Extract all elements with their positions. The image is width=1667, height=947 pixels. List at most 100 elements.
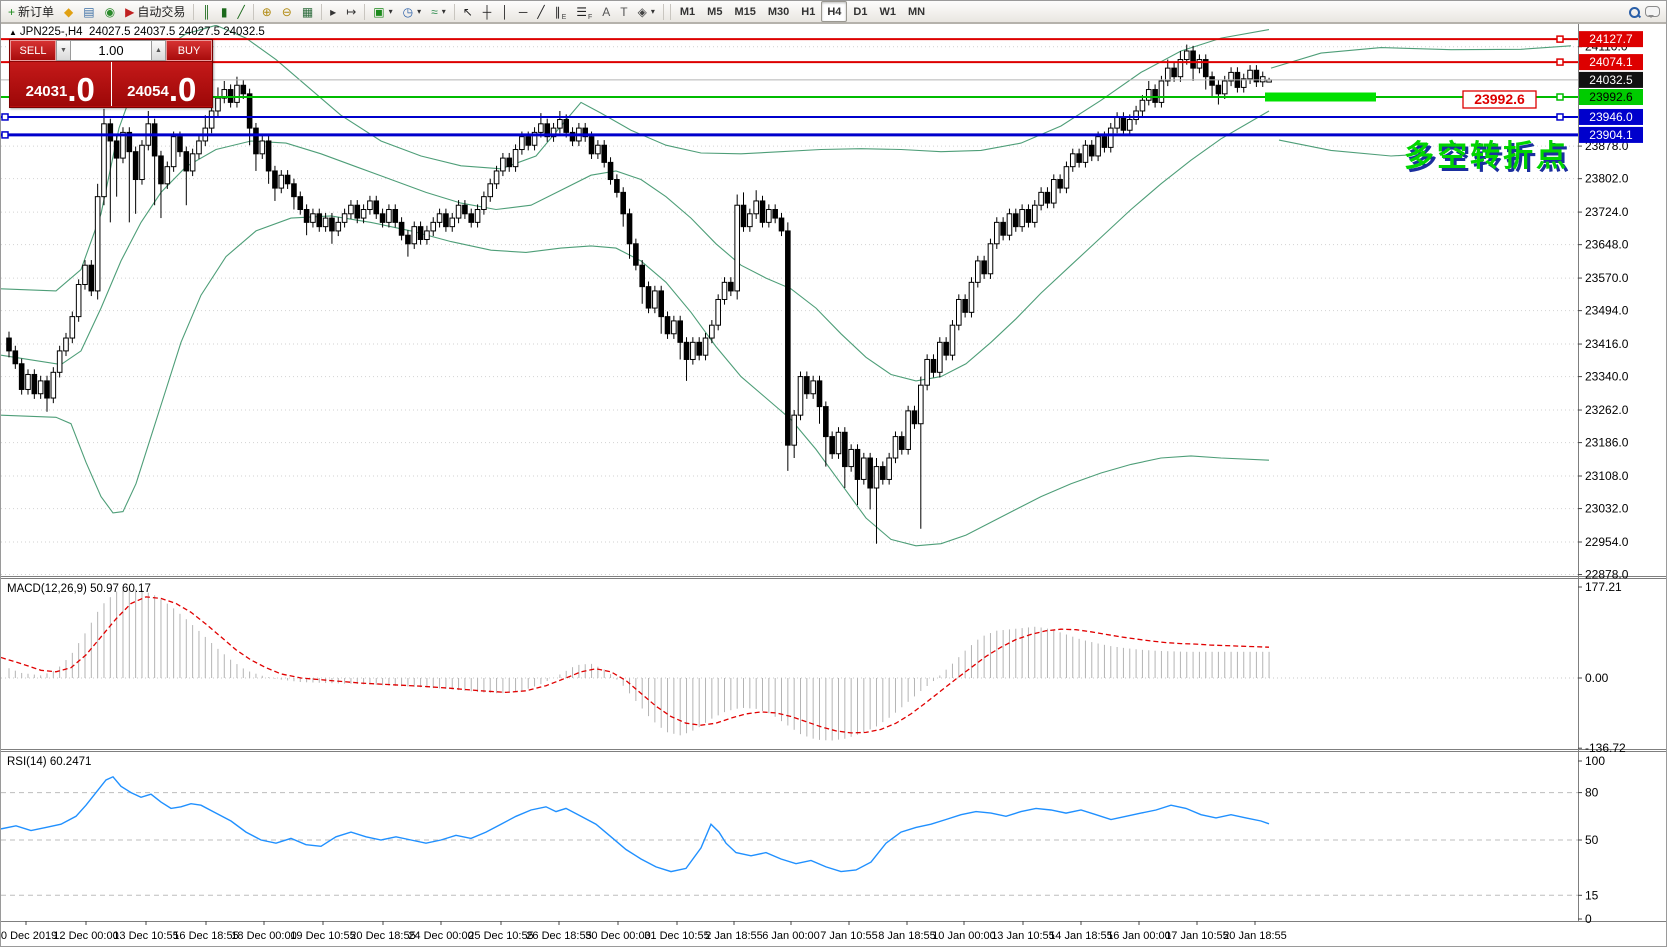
dropdown-arrow-icon[interactable]: ▾ [417,7,421,16]
channel-button[interactable]: ∥E [550,1,572,22]
svg-text:12 Dec 00:00: 12 Dec 00:00 [53,930,118,942]
support-highlight-bar[interactable] [1265,93,1376,102]
zoom-in-button[interactable]: ⊕ [257,1,277,22]
search-icon[interactable] [1629,7,1639,17]
svg-text:25 Dec 10:55: 25 Dec 10:55 [468,930,533,942]
svg-text:多空转折点: 多空转折点 [1404,140,1569,173]
autotrade-button[interactable]: ▶自动交易 [120,1,190,22]
svg-text:0: 0 [1585,912,1592,926]
cursor-icon: ↖ [463,6,473,18]
svg-text:10 Dec 2019: 10 Dec 2019 [1,930,57,942]
sell-price-main: 24031 [26,84,68,99]
zoom-in-icon: ⊕ [262,6,272,18]
svg-text:16 Dec 18:55: 16 Dec 18:55 [173,930,238,942]
svg-text:13 Dec 10:55: 13 Dec 10:55 [113,930,178,942]
timeframe-d1-button[interactable]: D1 [847,1,873,22]
toolbar-separator [253,4,254,20]
buy-price-pips: .0 [169,77,197,103]
market-watch-button[interactable]: ▤ [78,1,99,22]
zoom-out-button[interactable]: ⊖ [277,1,297,22]
svg-text:17 Jan 10:55: 17 Jan 10:55 [1165,930,1229,942]
crosshair-icon: ┼ [483,6,492,18]
hline-button[interactable]: ─ [514,1,533,22]
svg-text:10 Jan 00:00: 10 Jan 00:00 [932,930,996,942]
line-handle[interactable] [1557,114,1563,120]
volume-input[interactable]: 1.00 [71,40,151,61]
auto-scroll-button[interactable]: ▸ [325,1,341,22]
buy-price-main: 24054 [127,84,169,99]
svg-text:24127.7: 24127.7 [1589,32,1633,46]
timeframe-m15-button[interactable]: M15 [728,1,761,22]
toolbar-separator [193,4,194,20]
line-handle[interactable] [1557,94,1563,100]
svg-text:23904.1: 23904.1 [1589,128,1633,142]
bar-chart-button[interactable]: ║ [197,1,216,22]
volume-up-button[interactable]: ▲ [151,40,166,61]
chart-ohlc: 24027.5 24037.5 24027.5 24032.5 [89,26,265,38]
vline-icon: │ [501,6,509,18]
text-label-button[interactable]: T [615,1,632,22]
line-handle[interactable] [1557,59,1563,65]
svg-text:100: 100 [1585,754,1605,768]
dropdown-arrow-icon[interactable]: ▾ [651,7,655,16]
indicators-button[interactable]: ≈▾ [426,1,451,22]
new-chart-icon: ▣ [373,6,384,18]
new-order-button[interactable]: +新订单 [3,1,59,22]
hline-icon: ─ [519,6,528,18]
vline-button[interactable]: │ [496,1,514,22]
candle-chart-button[interactable]: ▮ [216,1,233,22]
annotation-text[interactable]: 多空转折点多空转折点 [1404,140,1572,176]
svg-text:22954.0: 22954.0 [1585,535,1629,549]
dropdown-arrow-icon[interactable]: ▾ [389,7,393,16]
buy-button[interactable]: BUY [166,40,212,61]
timeframe-h1-button[interactable]: H1 [795,1,821,22]
timeframe-m5-button[interactable]: M5 [701,1,728,22]
svg-text:2 Jan 18:55: 2 Jan 18:55 [705,930,763,942]
line-chart-button[interactable]: ╱ [232,1,249,22]
line-chart-icon: ╱ [237,6,244,18]
svg-text:14 Jan 18:55: 14 Jan 18:55 [1049,930,1113,942]
price-tag[interactable]: 23992.6 [1463,91,1536,108]
timeframe-m1-button[interactable]: M1 [674,1,701,22]
chart-symbol: JPN225-,H4 [20,26,83,38]
chart-shift-icon: ↦ [346,6,356,18]
svg-text:20 Dec 18:55: 20 Dec 18:55 [350,930,415,942]
timeframe-m30-button[interactable]: M30 [762,1,795,22]
period-button[interactable]: ◷▾ [398,1,427,22]
timeframe-mn-button[interactable]: MN [902,1,931,22]
fibonacci-button[interactable]: ☰F [571,1,597,22]
cursor-button[interactable]: ↖ [458,1,478,22]
styles-button[interactable]: ◆ [59,1,78,22]
svg-text:7 Jan 10:55: 7 Jan 10:55 [820,930,878,942]
arrows-button[interactable]: ◈▾ [633,1,660,22]
styles-icon: ◆ [64,6,73,18]
dropdown-arrow-icon[interactable]: ▾ [442,7,446,16]
chat-icon[interactable] [1645,6,1660,17]
chart-shift-button[interactable]: ↦ [341,1,361,22]
line-handle[interactable] [2,114,8,120]
tile-windows-button[interactable]: ▦ [297,1,318,22]
toolbar: +新订单◆▤◉▶自动交易║▮╱⊕⊖▦▸↦▣▾◷▾≈▾↖┼│─╱∥E☰FAT◈▾M… [1,1,1667,23]
timeframe-w1-button[interactable]: W1 [873,1,902,22]
sell-button[interactable]: SELL [10,40,56,61]
timeframe-h4-button[interactable]: H4 [821,1,847,22]
autotrade-icon: ▶ [125,6,134,18]
signal-button[interactable]: ◉ [100,1,120,22]
new-chart-button[interactable]: ▣▾ [368,1,397,22]
text-button[interactable]: A [597,1,615,22]
channel-icon: ∥ [555,6,561,18]
line-handle[interactable] [1557,36,1563,42]
line-handle[interactable] [2,132,8,138]
trendline-button[interactable]: ╱ [532,1,549,22]
volume-down-button[interactable]: ▼ [56,40,71,61]
svg-text:26 Dec 18:55: 26 Dec 18:55 [526,930,591,942]
chart-canvas[interactable]: 23992.6多空转折点多空转折点MACD(12,26,9) 50.97 60.… [1,1,1667,947]
buy-price-button[interactable]: 24054 .0 [112,62,213,106]
chart-title: ▲JPN225-,H4 24027.5 24037.5 24027.5 2403… [9,26,265,38]
svg-text:30 Dec 00:00: 30 Dec 00:00 [585,930,650,942]
svg-text:19 Dec 10:55: 19 Dec 10:55 [290,930,355,942]
sell-price-button[interactable]: 24031 .0 [10,62,112,106]
crosshair-button[interactable]: ┼ [478,1,497,22]
indicators-icon: ≈ [431,6,438,18]
collapse-icon[interactable]: ▲ [9,28,17,37]
